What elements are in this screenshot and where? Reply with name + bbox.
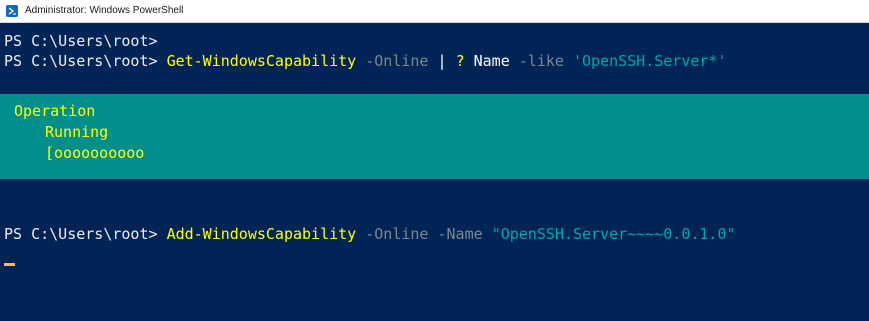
title-bar: Administrator: Windows PowerShell	[0, 0, 869, 23]
parameter-name: -Name	[437, 225, 492, 243]
string-literal: "OpenSSH.Server~~~~0.0.1.0"	[491, 225, 736, 243]
console-area[interactable]: PS C:\Users\root> PS C:\Users\root> Get-…	[0, 23, 869, 321]
console-line-add-capability: PS C:\Users\root> Add-WindowsCapability …	[4, 224, 736, 244]
prompt-text: PS C:\Users\root>	[4, 52, 167, 70]
prompt-text: PS C:\Users\root>	[4, 32, 158, 50]
string-literal: 'OpenSSH.Server*'	[572, 52, 727, 70]
cmdlet-name: Add-WindowsCapability	[166, 225, 357, 243]
parameter-online: -Online	[356, 52, 438, 70]
prompt-text: PS C:\Users\root>	[4, 225, 167, 243]
progress-panel: Operation Running [oooooooooo	[0, 94, 869, 179]
progress-bar: [oooooooooo	[45, 144, 145, 162]
cmdlet-name: Get-WindowsCapability	[166, 52, 357, 70]
window-title: Administrator: Windows PowerShell	[25, 5, 184, 16]
parameter-like: -like	[518, 52, 573, 70]
progress-activity: Operation	[14, 102, 96, 120]
powershell-icon	[6, 5, 18, 17]
console-line-prompt: PS C:\Users\root>	[4, 31, 158, 51]
property-name: Name	[464, 52, 519, 70]
where-alias: ?	[455, 52, 465, 70]
pipe-operator: |	[437, 52, 456, 70]
progress-status: Running	[45, 123, 109, 141]
console-line-get-capability: PS C:\Users\root> Get-WindowsCapability …	[4, 51, 727, 71]
parameter-online: -Online	[356, 225, 438, 243]
text-cursor	[4, 263, 15, 266]
